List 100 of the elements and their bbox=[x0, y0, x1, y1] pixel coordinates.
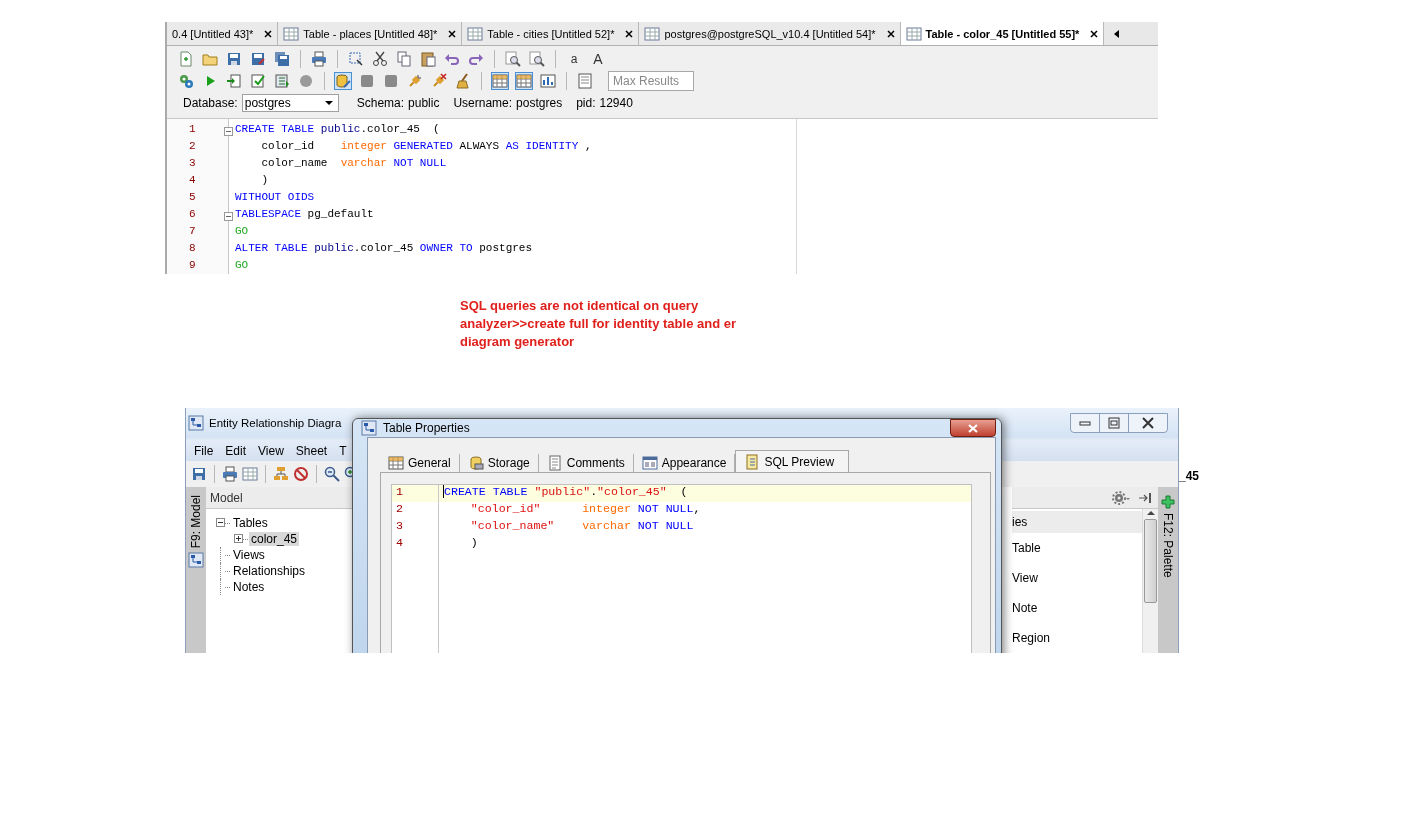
menu-item[interactable]: Edit bbox=[225, 443, 247, 458]
line-number: 4 bbox=[188, 173, 197, 188]
fold-icon[interactable] bbox=[224, 212, 233, 221]
annotation-text: SQL queries are not identical on query analyzer>>create full for identity table and er diagram generator bbox=[460, 297, 737, 351]
panel-title: Model bbox=[210, 490, 243, 505]
fold-icon[interactable] bbox=[224, 127, 233, 136]
code-line: GO bbox=[235, 259, 249, 271]
dialog-tab[interactable]: Appearance bbox=[633, 454, 736, 472]
caret-icon bbox=[323, 99, 334, 107]
zoom-out-icon[interactable] bbox=[324, 466, 340, 482]
menu-item[interactable]: Sheet bbox=[295, 443, 328, 458]
dialog-tab[interactable]: Comments bbox=[538, 454, 634, 472]
grid-button[interactable] bbox=[491, 72, 509, 90]
username-value: postgres bbox=[516, 96, 563, 110]
selection-icon[interactable] bbox=[348, 51, 364, 67]
printer-icon[interactable] bbox=[222, 466, 238, 482]
close-icon[interactable] bbox=[447, 28, 458, 39]
menu-item[interactable]: View bbox=[258, 443, 284, 458]
copy-icon[interactable] bbox=[396, 51, 412, 67]
close-button[interactable] bbox=[950, 419, 996, 437]
schema-label: Schema: bbox=[356, 96, 405, 110]
grid-bars-icon bbox=[540, 73, 556, 89]
grid-button[interactable] bbox=[515, 72, 533, 90]
cylinder-icon bbox=[467, 455, 484, 471]
palette-item[interactable]: Region bbox=[1012, 631, 1051, 645]
clipboard-icon[interactable] bbox=[420, 51, 436, 67]
save-as-icon[interactable] bbox=[250, 51, 266, 67]
code-line: "color_name" varchar NOT NULL bbox=[469, 519, 694, 532]
gears-button[interactable] bbox=[177, 72, 195, 90]
save-icon[interactable] bbox=[191, 466, 207, 482]
font-size-button[interactable]: A bbox=[589, 51, 607, 67]
database-pencil-button[interactable] bbox=[334, 72, 352, 90]
tree-item[interactable]: Tables bbox=[231, 516, 270, 530]
database-pencil-icon bbox=[335, 73, 351, 89]
square-button[interactable] bbox=[382, 72, 400, 90]
tree-item[interactable]: Relationships bbox=[231, 564, 308, 578]
code-line: "color_id" integer NOT NULL, bbox=[469, 502, 701, 515]
square-icon bbox=[359, 73, 375, 89]
pid-label: pid: bbox=[576, 96, 596, 110]
font-size-button[interactable]: a bbox=[565, 52, 583, 66]
scroll-left-icon[interactable] bbox=[1112, 28, 1121, 39]
dialog-tab[interactable]: Storage bbox=[459, 454, 539, 472]
close-icon[interactable] bbox=[1089, 28, 1100, 39]
code-line: GO bbox=[235, 225, 249, 237]
square-icon bbox=[383, 73, 399, 89]
line-number: 2 bbox=[188, 139, 197, 154]
tree-item[interactable]: color_45 bbox=[249, 532, 300, 546]
line-number: 8 bbox=[188, 241, 197, 256]
tree-item[interactable]: Notes bbox=[231, 580, 267, 594]
max-results-field[interactable]: Max Results bbox=[608, 71, 694, 91]
add-icon[interactable] bbox=[1161, 495, 1175, 509]
plug-icon bbox=[407, 73, 423, 89]
save-icon[interactable] bbox=[226, 51, 242, 67]
broom-icon bbox=[455, 73, 471, 89]
grid-bars-button[interactable] bbox=[539, 72, 557, 90]
magnifier-icon[interactable] bbox=[505, 51, 521, 67]
printer-icon[interactable] bbox=[311, 51, 327, 67]
line-number: 7 bbox=[188, 224, 197, 239]
pin-icon[interactable] bbox=[1138, 490, 1152, 505]
close-icon[interactable] bbox=[263, 28, 274, 39]
document-grid-icon bbox=[274, 73, 290, 89]
collapse-icon[interactable] bbox=[216, 518, 225, 527]
close-icon[interactable] bbox=[624, 28, 635, 39]
expand-icon[interactable] bbox=[234, 534, 243, 543]
document-check-icon bbox=[250, 73, 266, 89]
broom-button[interactable] bbox=[454, 72, 472, 90]
palette-item[interactable]: Table bbox=[1012, 541, 1041, 555]
table-icon bbox=[283, 25, 300, 42]
palette-item[interactable]: View bbox=[1012, 571, 1038, 585]
tree-item[interactable]: Views bbox=[231, 548, 267, 562]
document-grid-button[interactable] bbox=[273, 72, 291, 90]
close-icon[interactable] bbox=[885, 28, 896, 39]
script-icon bbox=[744, 453, 761, 470]
palette-item[interactable]: Note bbox=[1012, 601, 1038, 615]
dialog-title: Table Properties bbox=[383, 421, 470, 435]
no-entry-icon[interactable] bbox=[293, 466, 309, 482]
menu-item[interactable]: File bbox=[194, 443, 214, 458]
diagram-icon[interactable] bbox=[188, 552, 204, 569]
dialog-tab[interactable]: SQL Preview bbox=[735, 450, 850, 472]
line-number: 3 bbox=[395, 519, 404, 534]
table-icon bbox=[905, 25, 922, 42]
grid-icon bbox=[492, 73, 508, 89]
square-button[interactable] bbox=[358, 72, 376, 90]
redo-arrow-icon[interactable] bbox=[468, 51, 484, 67]
new-file-icon[interactable] bbox=[178, 51, 194, 67]
dialog-tab[interactable]: General bbox=[380, 454, 460, 472]
window-title: Entity Relationship Diagra bbox=[209, 417, 342, 429]
document-check-button[interactable] bbox=[249, 72, 267, 90]
document-arrow-button[interactable] bbox=[225, 72, 243, 90]
magnifier-icon[interactable] bbox=[529, 51, 545, 67]
scissors-icon[interactable] bbox=[372, 51, 388, 67]
form-button[interactable] bbox=[576, 72, 594, 90]
scroll-icon bbox=[546, 455, 563, 471]
editor-tab[interactable]: Table - color_45 [Untitled 55]* bbox=[900, 22, 1105, 45]
database-dropdown[interactable]: postgres bbox=[241, 94, 339, 112]
menu-item[interactable]: T bbox=[339, 443, 347, 458]
scrollbar-thumb[interactable] bbox=[1144, 519, 1157, 603]
gear-icon[interactable] bbox=[1112, 489, 1130, 506]
table-icon bbox=[644, 25, 661, 42]
save-all-icon[interactable] bbox=[274, 51, 290, 67]
